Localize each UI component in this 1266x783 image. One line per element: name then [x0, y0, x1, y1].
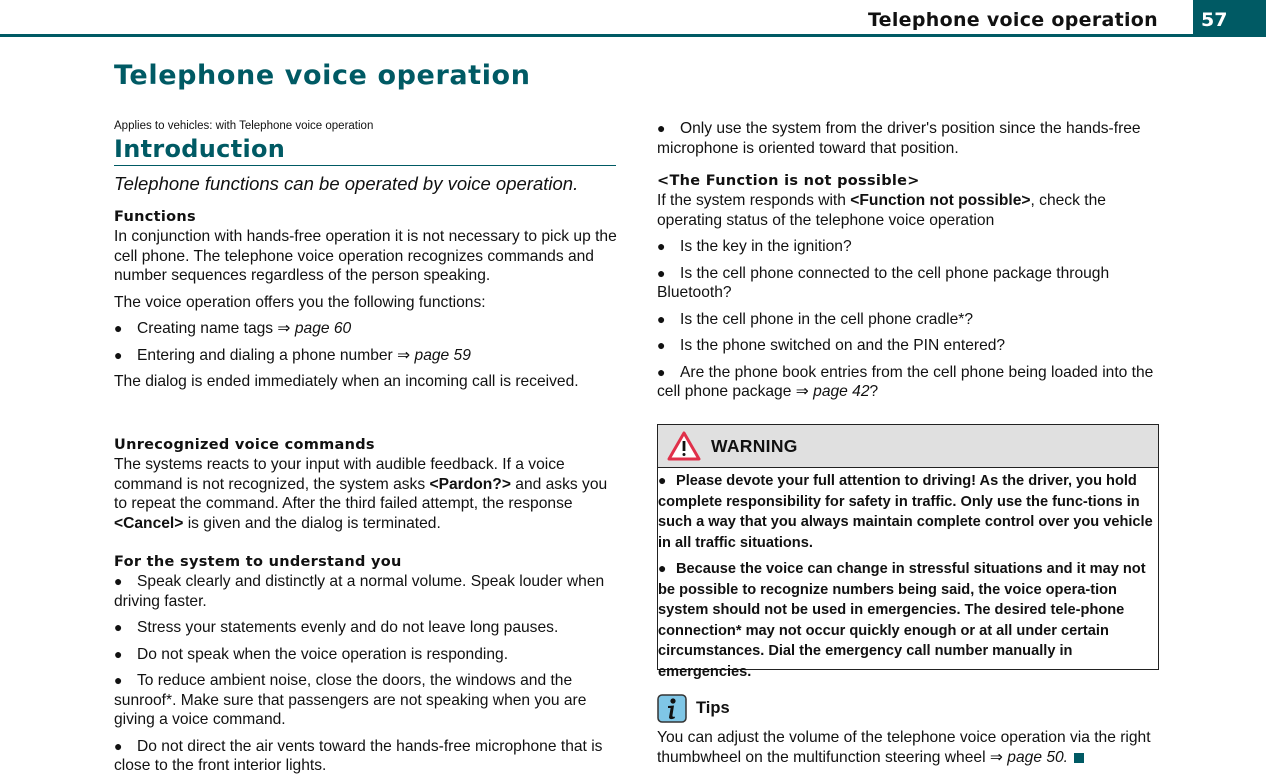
page-reference-link[interactable]: page 42	[813, 383, 869, 400]
bullet: ●	[114, 645, 123, 662]
functions-heading: Functions	[114, 209, 196, 225]
functions-paragraph-1: In conjunction with hands-free operation…	[114, 228, 617, 284]
section-lead: Telephone functions can be operated by v…	[114, 173, 579, 194]
cancel-response: <Cancel>	[114, 514, 184, 532]
bullet: ●	[657, 264, 666, 281]
understand-section: For the system to understand you ● Speak …	[114, 554, 618, 783]
unrecognized-paragraph: The systems reacts to your input with au…	[114, 456, 608, 532]
bullet: ●	[114, 320, 123, 336]
page-number: 57	[1193, 0, 1266, 37]
function-not-possible-response: <Function not possible>	[850, 192, 1031, 209]
not-possible-heading: <The Function is not possible>	[657, 173, 920, 189]
list-item: ● Speak clearly and distinctly at a norma…	[114, 573, 605, 610]
list-item: ● Only use the system from the driver's p…	[657, 120, 1141, 157]
list-item: ● Creating name tags ⇒ page 60	[114, 320, 352, 337]
list-item: ● Do not direct the air vents toward the …	[114, 737, 603, 775]
tips-header: Tips	[657, 694, 730, 723]
bullet: ●	[114, 737, 123, 754]
bullet: ●	[657, 363, 666, 380]
page-reference-link[interactable]: page 50	[1007, 749, 1063, 766]
tips-paragraph: You can adjust the volume of the telepho…	[657, 729, 1151, 766]
tips-section: You can adjust the volume of the telepho…	[657, 728, 1167, 774]
arrow-right-icon: ⇒	[795, 383, 809, 400]
list-item: ● Do not speak when the voice operation i…	[114, 645, 509, 663]
not-possible-paragraph: If the system responds with <Function no…	[657, 192, 1106, 229]
list-item: ● Is the phone switched on and the PIN en…	[657, 337, 1006, 354]
warning-item: ● Please devote your full attention to dr…	[658, 472, 1153, 551]
arrow-right-icon: ⇒	[989, 748, 1003, 766]
page-reference-link[interactable]: page 60	[295, 320, 351, 337]
bullet: ●	[114, 573, 123, 589]
list-item: ● Stress your statements evenly and do no…	[114, 619, 559, 636]
bullet: ●	[657, 310, 666, 327]
list-item: ● Is the cell phone connected to the cell…	[657, 264, 1110, 302]
bullet: ●	[114, 346, 123, 363]
functions-section: Functions In conjunction with hands-free…	[114, 209, 618, 399]
warning-triangle-icon	[667, 431, 701, 461]
functions-paragraph-2: The voice operation offers you the follo…	[114, 293, 486, 311]
arrow-right-icon: ⇒	[277, 320, 291, 337]
list-item: ● Is the key in the ignition?	[657, 238, 852, 255]
bullet: ●	[657, 337, 666, 353]
arrow-right-icon: ⇒	[397, 346, 411, 364]
pardon-response: <Pardon?>	[429, 475, 511, 493]
chapter-title: Telephone voice operation	[114, 60, 531, 91]
bullet: ●	[657, 238, 666, 254]
warning-label: WARNING	[711, 435, 798, 456]
info-icon	[657, 694, 687, 723]
warning-header: WARNING	[658, 425, 1158, 468]
section-title: Introduction	[114, 135, 616, 166]
bullet: ●	[114, 619, 123, 635]
list-item: ● Is the cell phone in the cell phone cra…	[657, 310, 974, 328]
warning-box: WARNING ● Please devote your full attenti…	[657, 424, 1159, 680]
understand-heading: For the system to understand you	[114, 554, 402, 570]
bullet: ●	[658, 560, 667, 576]
not-possible-section: <The Function is not possible> If the sy…	[657, 173, 1159, 409]
running-header-title: Telephone voice operation	[867, 9, 1158, 31]
functions-paragraph-3: The dialog is ended immediately when an …	[114, 373, 579, 390]
list-item: ● Entering and dialing a phone number ⇒ p…	[114, 346, 471, 364]
page-reference-link[interactable]: page 59	[415, 347, 471, 364]
bullet: ●	[658, 472, 667, 488]
tips-label: Tips	[696, 699, 730, 717]
warning-item: ● Because the voice can change in stressf…	[658, 560, 1146, 680]
applies-to-note: Applies to vehicles: with Telephone voic…	[114, 120, 374, 132]
warning-body: ● Please devote your full attention to dr…	[658, 468, 1158, 682]
unrecognized-section: Unrecognized voice commands The systems …	[114, 437, 618, 540]
bullet: ●	[114, 672, 123, 688]
section-end-marker-icon	[1074, 752, 1085, 763]
bullet: ●	[657, 120, 666, 136]
header-rule	[0, 34, 1266, 37]
list-item: ● To reduce ambient noise, close the door…	[114, 672, 587, 728]
list-item: ● Are the phone book entries from the cel…	[657, 363, 1154, 401]
unrecognized-heading: Unrecognized voice commands	[114, 437, 375, 453]
understand-section-continued: ● Only use the system from the driver's p…	[657, 119, 1159, 165]
